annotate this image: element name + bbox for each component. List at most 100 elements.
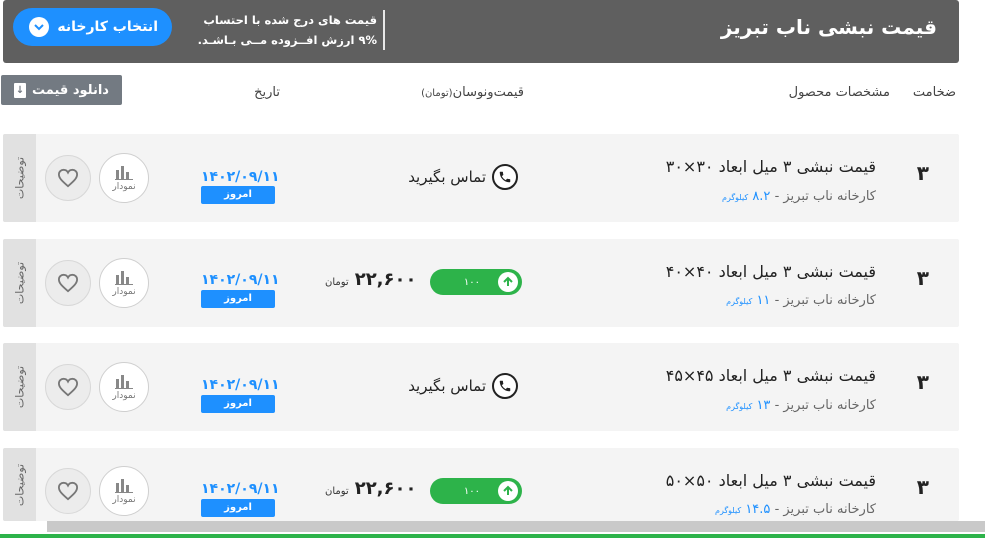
product-factory: کارخانه ناب تبریز - ۱۴.۵ کیلوگرم	[715, 502, 876, 517]
column-header-specs: مشخصات محصول	[788, 85, 890, 100]
table-row: توضیحات نمودار ۱۴۰۲/۰۹/۱۱ امروز ۲۲,۶۰۰ ت…	[3, 239, 959, 327]
column-header-date: تاریخ	[254, 85, 280, 100]
price-date: ۱۴۰۲/۰۹/۱۱	[201, 481, 280, 497]
chart-button[interactable]: نمودار	[99, 466, 149, 516]
header-divider	[383, 10, 385, 50]
notes-tab-label: توضیحات	[13, 463, 26, 506]
notes-tab[interactable]: توضیحات	[3, 134, 36, 222]
price-value: ۲۲,۶۰۰	[354, 269, 417, 290]
bottom-accent-line	[0, 534, 985, 538]
thickness-value: ۳	[916, 266, 929, 290]
favorite-button[interactable]	[45, 468, 91, 514]
today-badge: امروز	[201, 395, 275, 413]
price-change-value: ۱۰۰	[463, 276, 480, 288]
today-badge: امروز	[201, 499, 275, 517]
notes-tab[interactable]: توضیحات	[3, 343, 36, 431]
factory-name: کارخانه ناب تبریز -	[774, 293, 876, 308]
column-header-price-label: قیمت‌ونوسان	[452, 85, 524, 100]
weight-unit: کیلوگرم	[726, 402, 753, 411]
vat-note-line1: قیمت های درج شده با احتساب	[203, 13, 377, 27]
product-name[interactable]: قیمت نبشی ۳ میل ابعاد ۴۵×۴۵	[666, 366, 876, 385]
weight-unit: کیلوگرم	[721, 193, 749, 202]
phone-icon	[492, 164, 518, 190]
page-title: قیمت نبشی ناب تبریز	[720, 15, 937, 39]
phone-icon	[492, 373, 518, 399]
price-change-badge: ۱۰۰	[430, 478, 522, 504]
price: ۲۲,۶۰۰ تومان	[325, 269, 416, 290]
thickness-value: ۳	[916, 475, 929, 499]
bar-chart-icon	[115, 166, 133, 180]
bar-chart-icon	[115, 271, 133, 285]
notes-tab-label: توضیحات	[13, 156, 26, 200]
favorite-button[interactable]	[45, 260, 91, 306]
select-factory-button[interactable]: انتخاب کارخانه	[13, 8, 172, 46]
contact-us-link[interactable]: تماس بگیرید	[408, 373, 518, 399]
product-factory: کارخانه ناب تبریز - ۱۳ کیلوگرم	[726, 398, 876, 413]
contact-us-link[interactable]: تماس بگیرید	[408, 164, 518, 190]
vat-note: قیمت های درج شده با احتساب ۹% ارزش افــز…	[195, 10, 377, 50]
thickness-value: ۳	[916, 370, 929, 394]
today-badge: امروز	[201, 290, 275, 308]
download-price-label: دانلود قیمت	[32, 82, 109, 98]
price-unit: تومان	[325, 486, 349, 497]
notes-tab-label: توضیحات	[13, 365, 26, 409]
vat-note-line2: ۹% ارزش افــزوده مــی بـاشـد.	[197, 33, 377, 47]
arrow-up-icon	[498, 272, 518, 292]
price-change-badge: ۱۰۰	[430, 269, 522, 295]
favorite-button[interactable]	[45, 155, 91, 201]
price-value: ۲۲,۶۰۰	[354, 478, 417, 499]
chart-button-label: نمودار	[112, 182, 136, 192]
factory-name: کارخانه ناب تبریز -	[774, 502, 876, 517]
column-header-price: قیمت‌ونوسان(تومان)	[421, 85, 524, 100]
price-date: ۱۴۰۲/۰۹/۱۱	[201, 169, 280, 185]
heart-icon	[57, 168, 79, 188]
chart-button[interactable]: نمودار	[99, 362, 149, 412]
heart-icon	[57, 273, 79, 293]
chart-button-label: نمودار	[112, 495, 136, 505]
contact-us-label: تماس بگیرید	[408, 377, 486, 395]
product-weight: ۸.۲	[752, 189, 771, 204]
product-name[interactable]: قیمت نبشی ۳ میل ابعاد ۳۰×۳۰	[666, 157, 876, 176]
factory-name: کارخانه ناب تبریز -	[774, 398, 876, 413]
factory-name: کارخانه ناب تبریز -	[774, 189, 876, 204]
heart-icon	[57, 377, 79, 397]
table-row: توضیحات نمودار ۱۴۰۲/۰۹/۱۱ امروز تماس بگی…	[3, 343, 959, 431]
chevron-down-icon	[29, 17, 50, 37]
contact-us-label: تماس بگیرید	[408, 168, 486, 186]
notes-tab[interactable]: توضیحات	[3, 448, 36, 521]
select-factory-label: انتخاب کارخانه	[57, 19, 158, 35]
weight-unit: کیلوگرم	[715, 506, 742, 515]
table-row: توضیحات نمودار ۱۴۰۲/۰۹/۱۱ امروز تماس بگی…	[3, 134, 959, 222]
product-name[interactable]: قیمت نبشی ۳ میل ابعاد ۴۰×۴۰	[666, 262, 876, 281]
product-factory: کارخانه ناب تبریز - ۱۱ کیلوگرم	[726, 293, 876, 308]
table-row: توضیحات نمودار ۱۴۰۲/۰۹/۱۱ امروز ۲۲,۶۰۰ ت…	[3, 448, 959, 521]
column-header-thickness: ضخامت	[912, 85, 956, 100]
price-date: ۱۴۰۲/۰۹/۱۱	[201, 272, 280, 288]
product-weight: ۱۳	[756, 398, 771, 413]
chart-button[interactable]: نمودار	[99, 153, 149, 203]
chart-button[interactable]: نمودار	[99, 258, 149, 308]
price-unit: تومان	[325, 277, 349, 288]
column-header-price-unit: (تومان)	[421, 88, 453, 99]
thickness-value: ۳	[916, 161, 929, 185]
chart-button-label: نمودار	[112, 287, 136, 297]
price-change-value: ۱۰۰	[463, 485, 480, 497]
weight-unit: کیلوگرم	[726, 297, 753, 306]
notes-tab[interactable]: توضیحات	[3, 239, 36, 327]
today-badge: امروز	[201, 186, 275, 204]
product-weight: ۱۱	[756, 293, 771, 308]
product-weight: ۱۴.۵	[745, 502, 771, 517]
page-header: قیمت نبشی ناب تبریز قیمت های درج شده با …	[3, 0, 959, 63]
notes-tab-label: توضیحات	[13, 261, 26, 305]
bar-chart-icon	[115, 375, 133, 389]
product-name[interactable]: قیمت نبشی ۳ میل ابعاد ۵۰×۵۰	[666, 471, 876, 490]
chart-button-label: نمودار	[112, 391, 136, 401]
arrow-up-icon	[498, 481, 518, 501]
heart-icon	[57, 481, 79, 501]
download-file-icon: ↓	[14, 82, 27, 98]
price: ۲۲,۶۰۰ تومان	[325, 478, 416, 499]
download-price-button[interactable]: دانلود قیمت ↓	[1, 75, 122, 105]
favorite-button[interactable]	[45, 364, 91, 410]
horizontal-scrollbar[interactable]	[47, 521, 985, 532]
bar-chart-icon	[115, 479, 133, 493]
